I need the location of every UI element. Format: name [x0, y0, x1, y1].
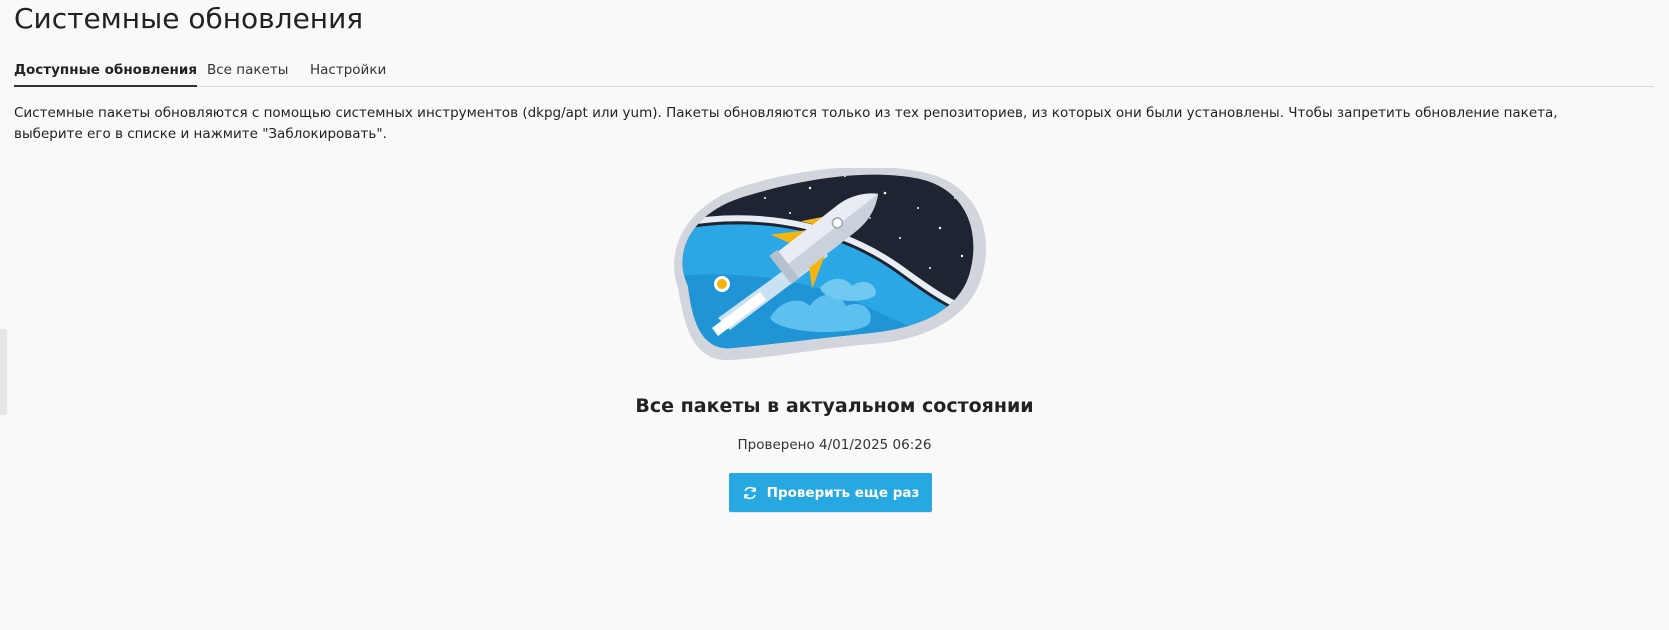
page-description: Системные пакеты обновляются с помощью с…: [14, 105, 1558, 142]
recheck-button-label: Проверить еще раз: [766, 484, 920, 501]
status-title: Все пакеты в актуальном состоянии: [635, 395, 1034, 417]
tab-available-updates[interactable]: Доступные обновления: [14, 62, 197, 87]
recheck-button[interactable]: Проверить еще раз: [729, 473, 932, 512]
last-checked-text: Проверено 4/01/2025 06:26: [737, 437, 932, 453]
tab-settings[interactable]: Настройки: [310, 62, 386, 86]
tabs-bar: Доступные обновления Все пакеты Настройк…: [14, 58, 1654, 87]
tab-all-packages[interactable]: Все пакеты: [207, 62, 288, 86]
system-updates-page: Системные обновления Доступные обновлени…: [0, 0, 1669, 630]
rocket-illustration: [674, 168, 987, 361]
page-title: Системные обновления: [14, 2, 364, 35]
refresh-icon: [742, 485, 758, 501]
